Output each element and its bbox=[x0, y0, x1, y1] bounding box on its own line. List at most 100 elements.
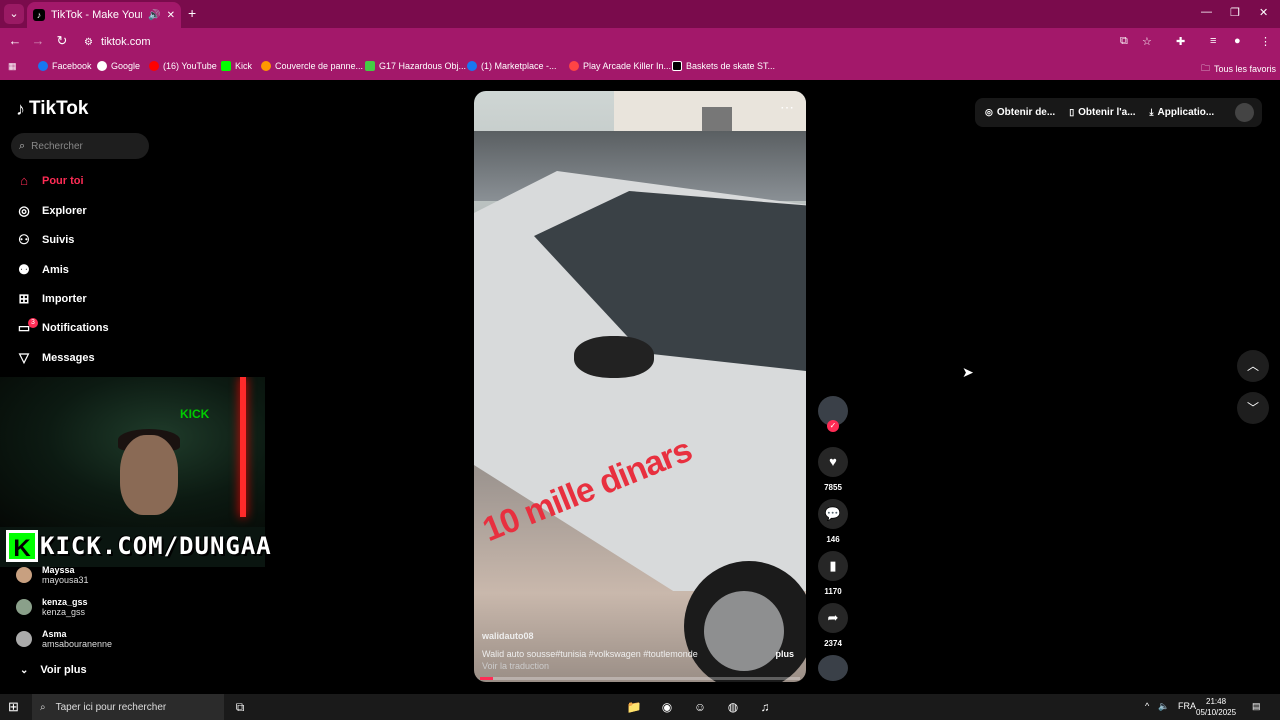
browser-tab[interactable]: ♪ TikTok - Make Your Day 🔊 ✕ bbox=[27, 2, 181, 28]
tab-title: TikTok - Make Your Day bbox=[51, 9, 143, 21]
install-app-icon[interactable]: ⧉ bbox=[1120, 35, 1128, 48]
save-count: 1170 bbox=[824, 587, 842, 596]
share-action[interactable]: ➦ 2374 bbox=[818, 603, 848, 648]
next-video-button[interactable]: ﹀ bbox=[1237, 392, 1269, 424]
bookmark-g17[interactable]: G17 Hazardous Obj... bbox=[365, 61, 466, 71]
sound-icon[interactable]: 🔊 bbox=[148, 10, 160, 21]
folder-icon: 🗀 bbox=[1201, 63, 1211, 73]
search-icon: ⌕ bbox=[19, 139, 26, 152]
bookmark-baskets[interactable]: Baskets de skate ST... bbox=[672, 61, 775, 71]
media-icon[interactable]: ≡ bbox=[1210, 35, 1216, 47]
save-action[interactable]: ▮ 1170 bbox=[818, 551, 848, 596]
avatar bbox=[16, 631, 32, 647]
taskbar-search[interactable]: ⌕ Taper ici pour rechercher bbox=[32, 694, 224, 720]
tiktok-logo[interactable]: ♪ TikTok bbox=[16, 98, 88, 120]
back-icon[interactable]: ← bbox=[6, 33, 24, 48]
user-avatar[interactable] bbox=[1235, 103, 1254, 122]
site-info-icon[interactable]: ⚙ bbox=[84, 37, 93, 48]
previous-video-button[interactable]: ︿ bbox=[1237, 350, 1269, 382]
nav-importer[interactable]: ⊞ Importer bbox=[16, 291, 87, 307]
nav-explorer[interactable]: ◎ Explorer bbox=[16, 203, 86, 219]
new-tab-icon[interactable]: + bbox=[188, 5, 196, 21]
nav-amis[interactable]: ⚉ Amis bbox=[16, 262, 69, 278]
chevron-up-icon: ︿ bbox=[1246, 359, 1259, 373]
tab-search-chevron-icon[interactable]: ⌄ bbox=[4, 4, 24, 24]
more-options-icon[interactable]: ⋯ bbox=[780, 99, 794, 116]
forward-icon[interactable]: → bbox=[29, 33, 47, 48]
bookmark-facebook[interactable]: Facebook bbox=[38, 61, 92, 71]
bookmark-google[interactable]: Google bbox=[97, 61, 140, 71]
tab-close-icon[interactable]: ✕ bbox=[167, 10, 175, 21]
tray-chevron-icon[interactable]: ^ bbox=[1145, 701, 1149, 711]
minimize-icon[interactable]: — bbox=[1201, 6, 1212, 18]
caption-more-button[interactable]: plus bbox=[775, 649, 794, 659]
url-field[interactable]: ⚙ tiktok.com bbox=[84, 32, 1104, 52]
file-explorer-icon[interactable]: 📁 bbox=[624, 698, 644, 716]
see-more-button[interactable]: ⌄ Voir plus bbox=[20, 664, 87, 676]
nav-messages[interactable]: ▽ Messages bbox=[16, 350, 95, 366]
nav-suivis[interactable]: ⚇ Suivis bbox=[16, 232, 74, 248]
chrome-icon[interactable]: ◉ bbox=[657, 698, 677, 716]
volume-icon[interactable]: 🔈 bbox=[1158, 701, 1169, 712]
video-author[interactable]: walidauto08 bbox=[482, 631, 534, 641]
bookmark-marketplace[interactable]: (1) Marketplace -... bbox=[467, 61, 557, 71]
compass-icon: ◎ bbox=[18, 203, 30, 218]
bookmark-star-icon[interactable]: ☆ bbox=[1142, 35, 1152, 48]
desktop-app-button[interactable]: ⤓ Applicatio... bbox=[1150, 107, 1215, 118]
follow-check-icon[interactable]: ✓ bbox=[827, 420, 839, 432]
kick-wall-logo: KICK bbox=[180, 407, 210, 421]
system-clock[interactable]: 21:48 05/10/2025 bbox=[1196, 696, 1236, 718]
like-count: 7855 bbox=[824, 483, 842, 492]
tiktok-note-icon: ♪ bbox=[16, 98, 25, 119]
get-app-button[interactable]: ▯ Obtenir l'a... bbox=[1069, 107, 1135, 118]
chevron-down-icon: ﹀ bbox=[1246, 401, 1259, 415]
nav-pour-toi[interactable]: ⌂ Pour toi bbox=[16, 173, 84, 188]
notification-center-icon[interactable]: ▤ bbox=[1252, 701, 1261, 712]
language-indicator[interactable]: FRA bbox=[1178, 701, 1196, 711]
address-bar-row: ← → ↻ ⚙ tiktok.com ⧉ ☆ ✚ ≡ ● ⋮ bbox=[0, 28, 1280, 56]
apps-grid-icon[interactable]: ▦ bbox=[8, 61, 17, 72]
tiktok-favicon-icon: ♪ bbox=[33, 9, 45, 21]
following-account[interactable]: kenza_gss kenza_gss bbox=[16, 597, 88, 617]
avatar bbox=[16, 567, 32, 583]
task-view-icon[interactable]: ⧉ bbox=[230, 698, 250, 716]
video-player[interactable]: 10 mille dinars ⋯ walidauto08 Walid auto… bbox=[474, 91, 806, 682]
reload-icon[interactable]: ↻ bbox=[53, 33, 71, 49]
heart-icon[interactable]: ♥ bbox=[818, 447, 848, 477]
all-bookmarks[interactable]: 🗀 Tous les favoris bbox=[1201, 61, 1276, 77]
kick-banner: K KICK.COM/DUNGAA bbox=[6, 530, 272, 562]
get-coins-button[interactable]: ◎ Obtenir de... bbox=[985, 107, 1055, 118]
bookmark-youtube[interactable]: (16) YouTube bbox=[149, 61, 217, 71]
led-strip bbox=[240, 377, 246, 517]
video-progress-bar[interactable] bbox=[480, 677, 800, 680]
bookmark-couvercle[interactable]: Couvercle de panne... bbox=[261, 61, 363, 71]
discord-icon[interactable]: ☺ bbox=[690, 698, 710, 716]
share-icon[interactable]: ➦ bbox=[818, 603, 848, 633]
bookmarks-bar: ▦ Facebook Google (16) YouTube Kick Couv… bbox=[0, 56, 1280, 80]
search-input[interactable]: ⌕ Rechercher bbox=[11, 133, 149, 159]
top-right-actions: ◎ Obtenir de... ▯ Obtenir l'a... ⤓ Applicat… bbox=[975, 98, 1262, 127]
profile-icon[interactable]: ● bbox=[1234, 35, 1241, 47]
see-translation-link[interactable]: Voir la traduction bbox=[482, 661, 549, 671]
extensions-icon[interactable]: ✚ bbox=[1176, 35, 1185, 48]
home-icon: ⌂ bbox=[20, 173, 28, 188]
obs-icon[interactable]: ◍ bbox=[723, 698, 743, 716]
comment-action[interactable]: 💬 146 bbox=[818, 499, 848, 544]
bookmark-kick[interactable]: Kick bbox=[221, 61, 252, 71]
mouse-cursor-icon: ➤ bbox=[962, 364, 974, 380]
bookmark-arcade-killer[interactable]: Play Arcade Killer In... bbox=[569, 61, 671, 71]
windows-start-icon[interactable]: ⊞ bbox=[8, 699, 19, 715]
restore-icon[interactable]: ❐ bbox=[1230, 6, 1240, 19]
download-icon: ⤓ bbox=[1149, 107, 1154, 117]
like-action[interactable]: ♥ 7855 bbox=[818, 447, 848, 492]
following-account[interactable]: Mayssa mayousa31 bbox=[16, 565, 89, 585]
window-close-icon[interactable]: ✕ bbox=[1259, 6, 1268, 19]
menu-kebab-icon[interactable]: ⋮ bbox=[1260, 35, 1271, 48]
video-caption: Walid auto sousse#tunisia #volkswagen #t… bbox=[482, 649, 698, 659]
spotify-icon[interactable]: ♫ bbox=[755, 698, 775, 716]
bookmark-icon[interactable]: ▮ bbox=[818, 551, 848, 581]
comment-icon[interactable]: 💬 bbox=[818, 499, 848, 529]
following-account[interactable]: Asma amsabouranenne bbox=[16, 629, 112, 649]
url-text: tiktok.com bbox=[100, 36, 151, 48]
music-disc-avatar[interactable] bbox=[818, 655, 848, 681]
